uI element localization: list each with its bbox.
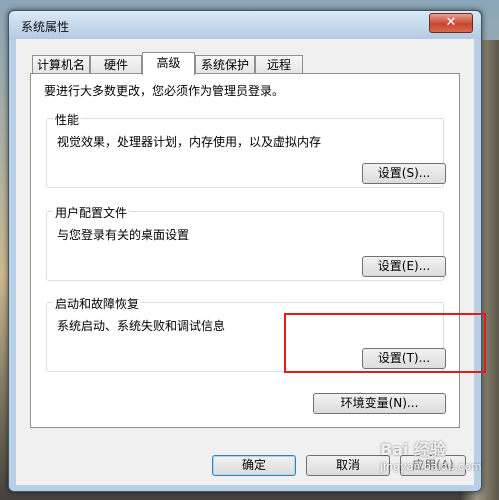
advanced-tab-panel: 要进行大多数更改，您必须作为管理员登录。 性能 视觉效果，处理器计划，内存使用，… xyxy=(30,73,460,428)
performance-description: 视觉效果，处理器计划，内存使用，以及虚拟内存 xyxy=(57,135,322,149)
window-title: 系统属性 xyxy=(21,20,70,34)
tab-advanced[interactable]: 高级 xyxy=(142,52,195,75)
tab-computer-name[interactable]: 计算机名 xyxy=(32,55,90,73)
performance-settings-button[interactable]: 设置(S)... xyxy=(362,163,446,184)
dialog-client-area: 计算机名 硬件 高级 系统保护 远程 要进行大多数更改，您必须作为管理员登录。 … xyxy=(16,39,474,485)
user-profiles-description: 与您登录有关的桌面设置 xyxy=(57,228,190,242)
watermark-brand: Bai 经验 xyxy=(380,440,447,459)
user-profiles-settings-button[interactable]: 设置(E)... xyxy=(362,256,446,277)
tab-system-protection[interactable]: 系统保护 xyxy=(195,55,255,73)
performance-group-title: 性能 xyxy=(53,111,82,128)
startup-recovery-description: 系统启动、系统失败和调试信息 xyxy=(57,319,226,333)
title-bar[interactable]: 系统属性 ✕ xyxy=(9,11,481,39)
startup-recovery-group-title: 启动和故障恢复 xyxy=(53,295,142,312)
environment-variables-button[interactable]: 环境变量(N)... xyxy=(313,393,446,414)
cancel-button[interactable]: 取消 xyxy=(306,455,390,476)
admin-note: 要进行大多数更改，您必须作为管理员登录。 xyxy=(44,84,285,98)
tab-hardware[interactable]: 硬件 xyxy=(90,55,142,73)
user-profiles-group: 用户配置文件 与您登录有关的桌面设置 设置(E)... xyxy=(46,204,446,281)
watermark-url: jingyan.baidu.com xyxy=(380,460,482,473)
tab-remote[interactable]: 远程 xyxy=(255,55,303,73)
performance-group: 性能 视觉效果，处理器计划，内存使用，以及虚拟内存 设置(S)... xyxy=(46,111,446,188)
ok-button[interactable]: 确定 xyxy=(212,455,296,476)
close-button[interactable]: ✕ xyxy=(429,13,473,33)
system-properties-window: 系统属性 ✕ 计算机名 硬件 高级 系统保护 远程 要进行大多数更改，您必须作为… xyxy=(8,10,482,492)
watermark: Bai 经验 jingyan.baidu.com xyxy=(380,436,490,488)
user-profiles-group-title: 用户配置文件 xyxy=(53,204,130,221)
highlight-box xyxy=(284,313,486,373)
